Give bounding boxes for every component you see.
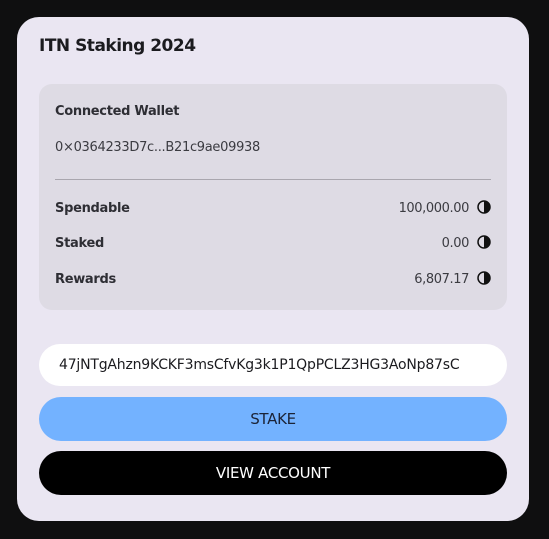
wallet-address: 0×0364233D7c...B21c9ae09938 [55, 140, 260, 155]
balance-value: 6,807.17 [414, 272, 469, 287]
balance-row-rewards: Rewards 6,807.17 [55, 270, 491, 290]
token-icon [477, 200, 491, 214]
staking-address-input[interactable] [39, 344, 507, 386]
balance-label: Rewards [55, 272, 116, 287]
card-title: ITN Staking 2024 [39, 36, 196, 56]
token-icon [477, 271, 491, 285]
staking-card: ITN Staking 2024 Connected Wallet 0×0364… [17, 17, 529, 521]
balance-label: Spendable [55, 201, 130, 216]
balance-value: 0.00 [441, 236, 470, 251]
view-account-button[interactable]: VIEW ACCOUNT [39, 451, 507, 495]
wallet-panel: Connected Wallet 0×0364233D7c...B21c9ae0… [39, 84, 507, 310]
balance-row-staked: Staked 0.00 [55, 234, 491, 254]
token-icon [477, 235, 491, 249]
stake-button[interactable]: STAKE [39, 397, 507, 441]
connected-wallet-label: Connected Wallet [55, 104, 180, 119]
divider [55, 179, 491, 180]
balance-label: Staked [55, 236, 104, 251]
balance-value: 100,000.00 [398, 201, 470, 216]
balance-row-spendable: Spendable 100,000.00 [55, 199, 491, 219]
